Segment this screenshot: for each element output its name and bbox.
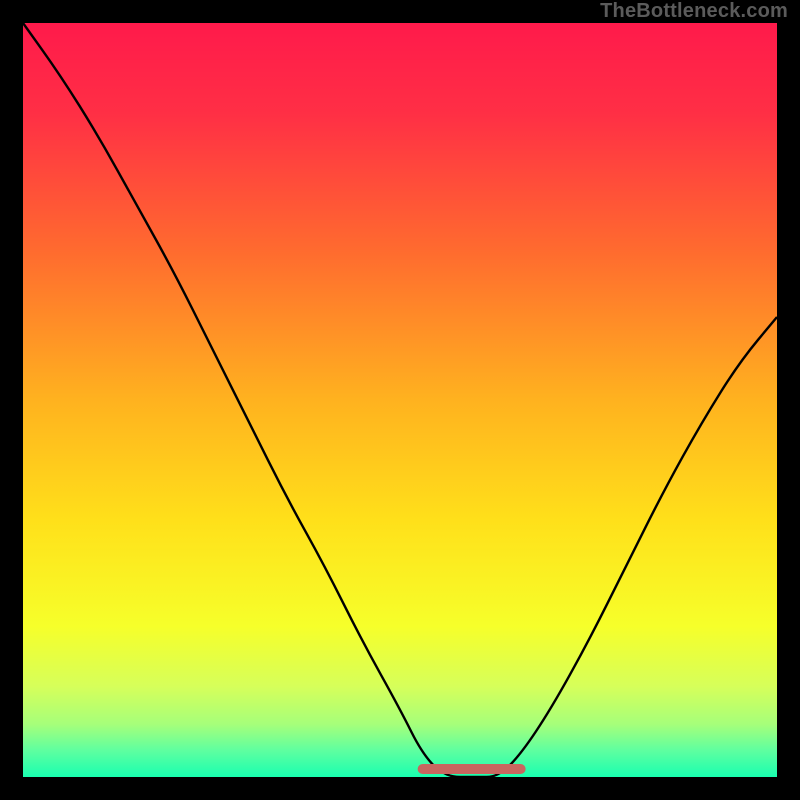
watermark-text: TheBottleneck.com (600, 0, 788, 23)
plot-area (23, 23, 777, 777)
bottleneck-curve (23, 23, 777, 777)
curve-line (23, 23, 777, 777)
chart-frame: TheBottleneck.com (0, 0, 800, 800)
